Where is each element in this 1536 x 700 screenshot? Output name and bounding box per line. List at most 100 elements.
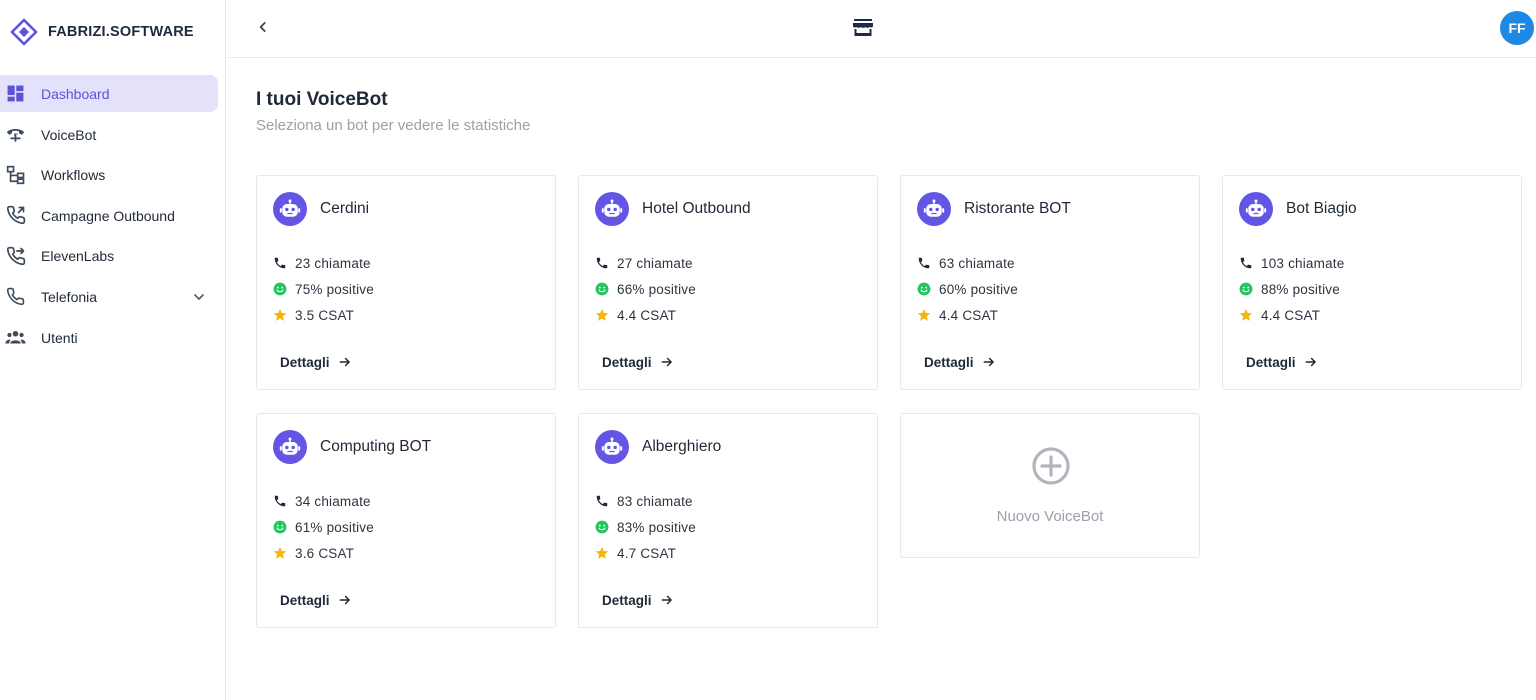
calls-count: 83 chiamate	[617, 493, 693, 509]
robot-icon	[273, 192, 307, 226]
details-button[interactable]: Dettagli	[924, 353, 996, 371]
brand-name: FABRIZI.SOFTWARE	[48, 24, 194, 40]
chevron-left-icon[interactable]	[253, 17, 273, 37]
details-label: Dettagli	[1246, 354, 1296, 370]
brand-logo-icon	[10, 18, 38, 46]
calls-stat: 27 chiamate	[595, 254, 693, 272]
star-icon	[273, 546, 287, 560]
smile-icon	[1239, 282, 1253, 296]
bot-name: Cerdini	[320, 200, 370, 217]
calls-count: 23 chiamate	[295, 255, 371, 271]
details-button[interactable]: Dettagli	[602, 353, 674, 371]
csat-score: 4.4 CSAT	[617, 307, 677, 323]
csat-score: 3.5 CSAT	[295, 307, 355, 323]
storefront-icon[interactable]	[851, 16, 875, 38]
arrow-right-icon	[1304, 355, 1318, 369]
page-subtitle: Seleziona un bot per vedere le statistic…	[256, 117, 531, 134]
star-icon	[1239, 308, 1253, 322]
details-button[interactable]: Dettagli	[280, 591, 352, 609]
calls-stat: 63 chiamate	[917, 254, 1015, 272]
calls-stat: 103 chiamate	[1239, 254, 1344, 272]
positive-rate: 66% positive	[617, 281, 696, 297]
arrow-right-icon	[660, 593, 674, 607]
calls-count: 27 chiamate	[617, 255, 693, 271]
details-button[interactable]: Dettagli	[280, 353, 352, 371]
arrow-right-icon	[338, 593, 352, 607]
sidebar-item-label: Campagne Outbound	[41, 207, 175, 224]
smile-icon	[917, 282, 931, 296]
robot-icon	[273, 430, 307, 464]
sidebar-item-voicebot[interactable]: IP VoiceBot	[0, 116, 218, 153]
positive-rate: 61% positive	[295, 519, 374, 535]
positive-rate: 88% positive	[1261, 281, 1340, 297]
positive-stat: 66% positive	[595, 280, 696, 298]
csat-stat: 3.5 CSAT	[273, 306, 354, 324]
phone-icon	[595, 494, 609, 508]
csat-score: 3.6 CSAT	[295, 545, 355, 561]
positive-stat: 83% positive	[595, 518, 696, 536]
details-label: Dettagli	[280, 354, 330, 370]
users-icon	[5, 327, 26, 348]
star-icon	[595, 308, 609, 322]
chevron-down-icon[interactable]	[191, 289, 207, 305]
sidebar-item-telefonia[interactable]: Telefonia	[0, 278, 218, 315]
bot-card[interactable]: Bot Biagio 103 chiamate 88% positive 4.4 CS…	[1222, 175, 1522, 390]
phone-icon	[917, 256, 931, 270]
robot-icon	[595, 192, 629, 226]
csat-score: 4.4 CSAT	[1261, 307, 1321, 323]
bot-name: Computing BOT	[320, 438, 432, 455]
details-label: Dettagli	[602, 354, 652, 370]
sidebar-item-elevenlabs[interactable]: ElevenLabs	[0, 237, 218, 274]
phone-icon	[5, 286, 26, 307]
phone-icon	[1239, 256, 1253, 270]
bot-card[interactable]: Computing BOT 34 chiamate 61% positive 3.6 …	[256, 413, 556, 628]
details-button[interactable]: Dettagli	[602, 591, 674, 609]
bot-card[interactable]: Ristorante BOT 63 chiamate 60% positive 4.4…	[900, 175, 1200, 390]
bot-card[interactable]: Cerdini 23 chiamate 75% positive 3.5 CSAT De…	[256, 175, 556, 390]
new-voicebot-card[interactable]: Nuovo VoiceBot	[900, 413, 1200, 558]
voip-phone-icon: IP	[5, 124, 26, 145]
smile-icon	[595, 520, 609, 534]
arrow-right-icon	[982, 355, 996, 369]
positive-stat: 75% positive	[273, 280, 374, 298]
sidebar: FABRIZI.SOFTWARE Dashboard IP VoiceBot W…	[0, 0, 226, 700]
sidebar-item-workflows[interactable]: Workflows	[0, 156, 218, 193]
smile-icon	[273, 282, 287, 296]
details-label: Dettagli	[924, 354, 974, 370]
sidebar-item-utenti[interactable]: Utenti	[0, 319, 218, 356]
sidebar-item-label: Telefonia	[41, 288, 98, 305]
workflow-tree-icon	[5, 164, 26, 185]
phone-icon	[273, 256, 287, 270]
calls-stat: 83 chiamate	[595, 492, 693, 510]
star-icon	[917, 308, 931, 322]
csat-stat: 4.4 CSAT	[595, 306, 676, 324]
positive-stat: 88% positive	[1239, 280, 1340, 298]
csat-stat: 3.6 CSAT	[273, 544, 354, 562]
smile-icon	[273, 520, 287, 534]
positive-stat: 60% positive	[917, 280, 1018, 298]
details-label: Dettagli	[280, 592, 330, 608]
details-button[interactable]: Dettagli	[1246, 353, 1318, 371]
brand[interactable]: FABRIZI.SOFTWARE	[10, 17, 194, 47]
sidebar-item-label: ElevenLabs	[41, 248, 115, 265]
bot-card[interactable]: Hotel Outbound 27 chiamate 66% positive 4.4…	[578, 175, 878, 390]
calls-stat: 34 chiamate	[273, 492, 371, 510]
phone-icon	[273, 494, 287, 508]
csat-score: 4.7 CSAT	[617, 545, 677, 561]
sidebar-item-dashboard[interactable]: Dashboard	[0, 75, 218, 112]
robot-icon	[1239, 192, 1273, 226]
dashboard-icon	[5, 83, 26, 104]
positive-rate: 75% positive	[295, 281, 374, 297]
robot-icon	[917, 192, 951, 226]
sidebar-item-campagne-outbound[interactable]: Campagne Outbound	[0, 197, 218, 234]
calls-count: 103 chiamate	[1261, 255, 1345, 271]
topbar: FF	[227, 0, 1536, 58]
csat-stat: 4.4 CSAT	[1239, 306, 1320, 324]
arrow-right-icon	[660, 355, 674, 369]
positive-stat: 61% positive	[273, 518, 374, 536]
avatar[interactable]: FF	[1500, 11, 1534, 45]
bot-card[interactable]: Alberghiero 83 chiamate 83% positive 4.7 CS…	[578, 413, 878, 628]
positive-rate: 83% positive	[617, 519, 696, 535]
bot-name: Alberghiero	[642, 438, 722, 455]
star-icon	[595, 546, 609, 560]
